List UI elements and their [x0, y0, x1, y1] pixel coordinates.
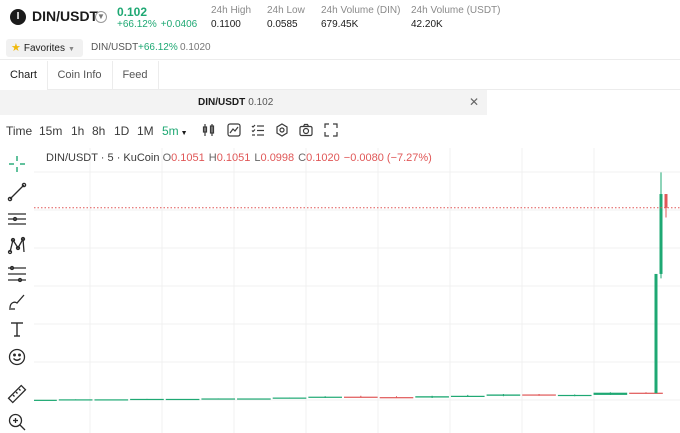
fullscreen-icon[interactable]: [324, 123, 338, 137]
close-icon[interactable]: ✕: [469, 95, 479, 109]
chevron-down-icon[interactable]: ▼: [95, 11, 107, 23]
candle-body: [486, 394, 521, 396]
change-percent: +66.12%: [117, 19, 157, 30]
candle-body: [522, 394, 556, 396]
legend-high: 0.1051: [216, 152, 251, 164]
candle-body: [58, 399, 93, 401]
ruler-icon[interactable]: [7, 384, 27, 404]
tab-bar: Chart Coin Info Feed: [0, 61, 680, 90]
legend-open: 0.1051: [171, 152, 205, 164]
candle-body: [664, 194, 668, 208]
stat-24h-volume-din: 24h Volume (DIN) 679.45K: [321, 5, 400, 30]
candle-body: [94, 399, 129, 401]
candle-body: [23, 399, 57, 401]
legend-change: −0.0080 (−7.27%): [343, 152, 432, 164]
chart-title-bar: DIN/USDT 0.102 ✕: [0, 90, 487, 115]
time-label[interactable]: Time: [6, 124, 32, 138]
stat-value: 679.45K: [321, 19, 359, 30]
settings-list-icon[interactable]: [251, 123, 265, 137]
horizontal-lines-icon[interactable]: [7, 209, 27, 229]
coin-logo: I: [10, 9, 26, 25]
chart-toolbar: Time 15m 1h 8h 1D 1M 5m ▼: [0, 118, 680, 144]
stat-value: 0.1100: [211, 19, 241, 30]
caret-down-icon: ▼: [180, 130, 188, 137]
candle-body: [344, 396, 378, 398]
favorites-button[interactable]: ★ Favorites ▼: [6, 39, 83, 57]
interval-1m[interactable]: 1M: [137, 124, 154, 138]
candle-body: [272, 397, 307, 399]
stat-label: 24h High: [211, 5, 252, 16]
emoji-icon[interactable]: [7, 347, 27, 367]
stat-label: 24h Low: [267, 5, 305, 16]
candle-body: [379, 397, 414, 399]
interval-8h[interactable]: 8h: [92, 124, 105, 138]
chart-legend: DIN/USDT · 5 · KuCoin O0.1051 H0.1051 L0.0…: [46, 152, 436, 164]
stat-label: 24h Volume (USDT): [411, 5, 501, 16]
legend-symbol: DIN/USDT · 5 · KuCoin: [46, 152, 160, 164]
candle-body: [165, 398, 200, 401]
favorite-price: 0.1020: [180, 42, 211, 53]
fib-icon[interactable]: [7, 264, 27, 284]
interval-1d[interactable]: 1D: [114, 124, 129, 138]
candle-body: [629, 392, 663, 394]
chart-title-price: 0.102: [248, 97, 274, 108]
legend-close: 0.1020: [306, 152, 340, 164]
candle-body: [450, 395, 485, 397]
crosshair-icon[interactable]: [7, 154, 27, 174]
legend-open-label: O: [162, 152, 172, 164]
candle-body: [237, 398, 271, 400]
stat-24h-high: 24h High 0.1100: [211, 5, 251, 30]
camera-icon[interactable]: [299, 123, 313, 137]
candle-body: [557, 394, 592, 397]
tab-feed[interactable]: Feed: [112, 61, 158, 90]
caret-down-icon: ▼: [68, 46, 75, 53]
legend-high-label: H: [208, 152, 217, 164]
indicators-icon[interactable]: [202, 123, 216, 137]
candle-body: [659, 194, 663, 274]
legend-close-label: C: [298, 152, 307, 164]
stat-24h-volume-usdt: 24h Volume (USDT) 42.20K: [411, 5, 500, 30]
legend-low: 0.0998: [260, 152, 295, 164]
candle-body: [201, 398, 236, 400]
favorite-pair[interactable]: DIN/USDT: [91, 42, 138, 53]
tab-chart[interactable]: Chart: [0, 61, 47, 90]
star-icon: ★: [11, 42, 21, 54]
interval-5m-selector[interactable]: 5m ▼: [162, 124, 188, 138]
text-icon[interactable]: [7, 319, 27, 339]
favorites-bar: ★ Favorites ▼ DIN/USDT +66.12% 0.1020: [0, 38, 680, 60]
favorite-change: +66.12%: [138, 42, 178, 53]
last-price: 0.102: [117, 5, 148, 19]
ticker-header: I DIN/USDT ▼ 0.102 +66.12% +0.0406 24h Hi…: [0, 0, 680, 38]
legend-low-label: L: [254, 152, 261, 164]
stat-value: 42.20K: [411, 19, 443, 30]
chart-title: DIN/USDT 0.102: [198, 97, 273, 108]
candle-body: [654, 273, 658, 394]
stat-value: 0.0585: [267, 19, 298, 30]
candle-body: [415, 396, 449, 398]
chart-title-pair: DIN/USDT: [198, 97, 246, 108]
gear-icon[interactable]: [275, 123, 289, 137]
price-chart[interactable]: DIN/USDT · 5 · KuCoin O0.1051 H0.1051 L0.0…: [23, 148, 680, 433]
zoom-in-icon[interactable]: [7, 412, 27, 432]
active-interval: 5m: [162, 124, 179, 138]
candlestick-chart[interactable]: [23, 148, 680, 433]
candle-body: [593, 392, 628, 395]
candle-body: [130, 398, 164, 401]
interval-15m[interactable]: 15m: [39, 124, 62, 138]
tab-divider: [158, 61, 159, 90]
stat-label: 24h Volume (DIN): [321, 5, 401, 16]
pair-name[interactable]: DIN/USDT: [32, 8, 98, 24]
interval-1h[interactable]: 1h: [71, 124, 84, 138]
favorites-label: Favorites: [23, 43, 65, 54]
chart-type-icon[interactable]: [227, 123, 241, 137]
candle-body: [308, 396, 342, 398]
change-absolute: +0.0406: [160, 19, 198, 30]
tab-coin-info[interactable]: Coin Info: [47, 61, 112, 90]
trend-line-icon[interactable]: [7, 182, 27, 202]
price-change: +66.12% +0.0406: [117, 19, 197, 30]
drawing-toolbar: [0, 148, 34, 433]
brush-icon[interactable]: [7, 291, 27, 311]
pattern-icon[interactable]: [7, 236, 27, 256]
stat-24h-low: 24h Low 0.0585: [267, 5, 305, 30]
